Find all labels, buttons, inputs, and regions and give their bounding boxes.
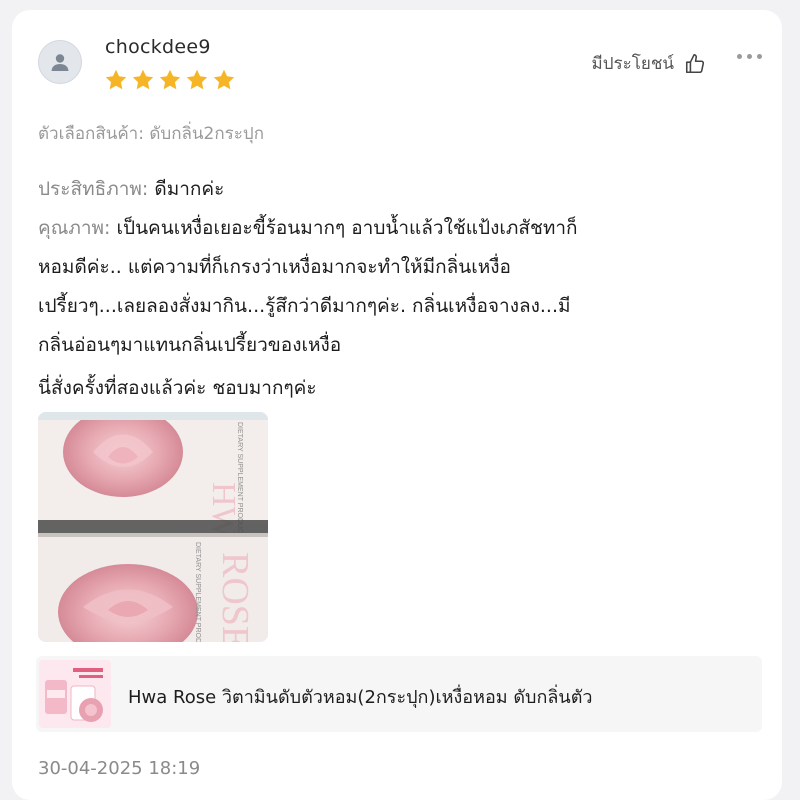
star-icon: [159, 69, 181, 90]
review-date: 30-04-2025 18:19: [38, 758, 201, 779]
variant-info: ตัวเลือกสินค้า: ดับกลิ่น2กระปุก: [38, 120, 264, 147]
more-options-button[interactable]: [737, 54, 762, 59]
user-icon: [51, 54, 69, 71]
photo-product-type-lower: DIETARY SUPPLEMENT PRODUCT: [194, 542, 201, 642]
username[interactable]: chockdee9: [105, 36, 211, 58]
quality-text: เป็นคนเหงื่อเยอะขี้ร้อนมากๆ อาบน้ำแล้วใช…: [116, 217, 578, 239]
product-title: Hwa Rose วิตามินดับตัวหอม(2กระปุก)เหงื่อ…: [128, 687, 593, 708]
effectiveness-label: ประสิทธิภาพ:: [38, 178, 149, 200]
review-card: chockdee9 มีประโยชน์ ตัวเลือกสินค้า: ดับ…: [12, 10, 782, 800]
star-icon: [213, 69, 235, 90]
star-rating: [104, 68, 236, 92]
closing-line: นี่สั่งครั้งที่สองแล้วค่ะ ชอบมากๆค่ะ: [38, 377, 317, 399]
star-icon: [186, 69, 208, 90]
quality-line: กลิ่นอ่อนๆมาแทนกลิ่นเปรี้ยวของเหงื่อ: [38, 334, 342, 356]
quality-line: หอมดีค่ะ.. แต่ความที่ก็เกรงว่าเหงื่อมากจ…: [38, 256, 511, 278]
quality-line: เปรี้ยวๆ...เลยลองสั่งมากิน...รู้สึกว่าดี…: [38, 295, 571, 317]
effectiveness-row: ประสิทธิภาพ: ดีมากค่ะ: [38, 170, 768, 209]
avatar[interactable]: [38, 40, 82, 84]
star-icon: [132, 69, 154, 90]
quality-line: คุณภาพ: เป็นคนเหงื่อเยอะขี้ร้อนมากๆ อาบน…: [38, 209, 768, 248]
product-box-image: HWA DIETARY SUPPLEMENT PRODUCT ROSE DIET…: [38, 412, 268, 642]
helpful-label: มีประโยชน์: [591, 54, 674, 74]
variant-label: ตัวเลือกสินค้า:: [38, 124, 144, 144]
helpful-button[interactable]: มีประโยชน์: [591, 50, 706, 77]
more-icon: [737, 54, 742, 59]
variant-value: ดับกลิ่น2กระปุก: [149, 124, 264, 144]
product-thumbnail: [39, 660, 111, 728]
thumbs-up-icon: [685, 53, 705, 73]
review-photo[interactable]: HWA DIETARY SUPPLEMENT PRODUCT ROSE DIET…: [38, 412, 268, 642]
photo-brand-bottom: ROSE: [214, 552, 256, 642]
quality-label: คุณภาพ:: [38, 217, 111, 239]
effectiveness-value: ดีมากค่ะ: [154, 178, 225, 200]
product-link[interactable]: Hwa Rose วิตามินดับตัวหอม(2กระปุก)เหงื่อ…: [36, 656, 762, 732]
star-icon: [105, 69, 127, 90]
review-body: ประสิทธิภาพ: ดีมากค่ะ คุณภาพ: เป็นคนเหงื…: [38, 170, 768, 408]
